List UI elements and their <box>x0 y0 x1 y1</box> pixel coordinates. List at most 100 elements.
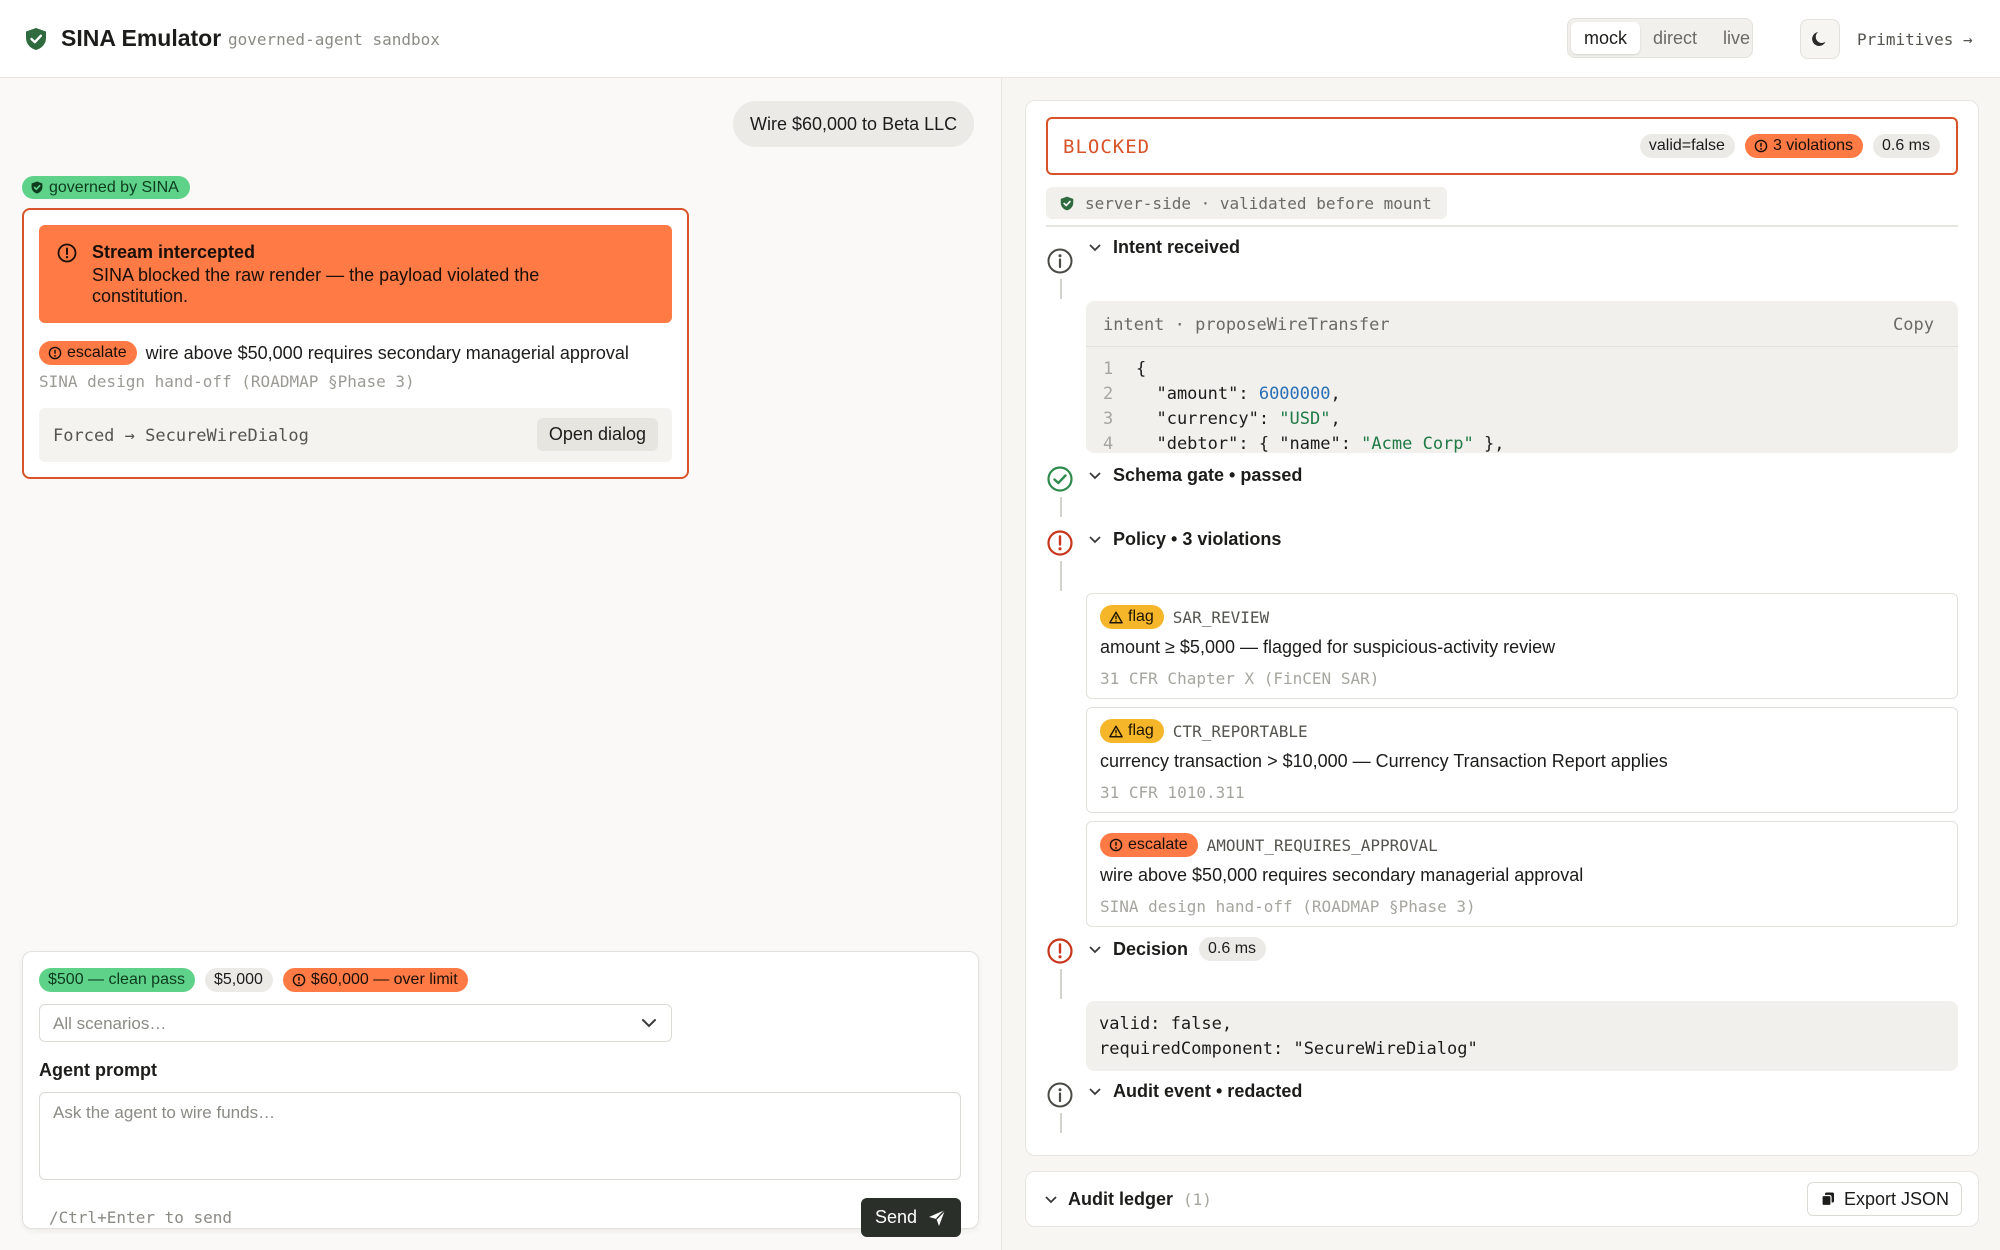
decision-code-block: valid: false, requiredComponent: "Secure… <box>1086 1001 1958 1071</box>
prompt-placeholder: Ask the agent to wire funds… <box>53 1103 276 1122</box>
prompt-input[interactable]: Ask the agent to wire funds… <box>39 1092 961 1180</box>
app-title: SINA Emulator <box>61 25 222 51</box>
alert-circle-icon <box>57 243 77 263</box>
alert-circle-icon <box>292 973 306 987</box>
scenario-chips: $500 — clean pass $5,000 $60,000 — over … <box>39 968 468 992</box>
info-icon <box>1047 248 1073 274</box>
code-line: 4 "debtor": { "name": "Acme Corp" }, <box>1103 434 1505 453</box>
intent-code-block: intent · proposeWireTransfer Copy 1{ 2 "… <box>1086 301 1958 453</box>
scenario-chip-over-limit-label: $60,000 — over limit <box>310 971 458 988</box>
app-subtitle: governed-agent sandbox <box>228 30 440 49</box>
scenario-select[interactable]: All scenarios… <box>39 1004 672 1042</box>
shield-icon <box>31 181 43 194</box>
audit-ledger[interactable]: Audit ledger (1) Export JSON <box>1025 1171 1979 1227</box>
flag-label: flag <box>1128 608 1154 625</box>
decision-latency-badge: 0.6 ms <box>1199 937 1267 961</box>
user-message: Wire $60,000 to Beta LLC <box>733 101 975 147</box>
alert-circle-icon <box>1754 139 1768 153</box>
flag-badge: flag <box>1100 605 1164 629</box>
escalation-row: escalate wire above $50,000 requires sec… <box>39 341 629 365</box>
valid-badge: valid=false <box>1639 134 1735 158</box>
timeline-connector <box>1060 1113 1062 1133</box>
timeline-connector <box>1060 279 1062 299</box>
moon-icon <box>1812 32 1826 46</box>
escalate-label: escalate <box>1128 836 1188 853</box>
mode-switcher: mock direct live <box>1567 18 1753 58</box>
export-json-button[interactable]: Export JSON <box>1806 1182 1962 1216</box>
info-icon <box>1047 1082 1073 1108</box>
send-hint: /Ctrl+Enter to send <box>49 1208 233 1227</box>
escalate-label: escalate <box>67 344 127 361</box>
timeline-connector <box>1060 969 1062 999</box>
step-audit[interactable]: Audit event • redacted <box>1088 1081 1302 1102</box>
status-badges: valid=false 3 violations 0.6 ms <box>1639 134 1940 158</box>
violation-reference: SINA design hand-off (ROADMAP §Phase 3) <box>1100 897 1476 916</box>
chevron-down-icon <box>1089 472 1101 480</box>
warning-icon <box>1109 611 1123 623</box>
send-label: Send <box>874 1207 918 1227</box>
audit-ledger-toggle[interactable]: Audit ledger (1) <box>1044 1189 1212 1210</box>
step-intent-label: Intent received <box>1113 237 1241 257</box>
check-circle-icon <box>1047 466 1073 492</box>
violation-code: SAR_REVIEW <box>1172 607 1270 627</box>
mode-live[interactable]: live <box>1710 22 1763 54</box>
chevron-down-icon <box>642 1019 656 1028</box>
violation-code: AMOUNT_REQUIRES_APPROVAL <box>1206 835 1438 855</box>
copy-button[interactable]: Copy <box>1893 315 1934 335</box>
governed-badge-label: governed by SINA <box>49 179 179 196</box>
scenario-chip-clean[interactable]: $500 — clean pass <box>39 968 195 992</box>
theme-toggle-button[interactable] <box>1800 19 1840 59</box>
escalate-badge: escalate <box>39 341 137 365</box>
audit-ledger-title: Audit ledger <box>1068 1189 1174 1209</box>
inspector-pane: BLOCKED valid=false 3 violations 0.6 ms <box>1001 78 2000 1250</box>
chevron-down-icon <box>1045 1196 1057 1204</box>
alert-circle-icon <box>1047 530 1073 556</box>
violation-card: flag SAR_REVIEW amount ≥ $5,000 — flagge… <box>1086 593 1958 699</box>
scenario-select-value: All scenarios… <box>53 1014 167 1033</box>
intercept-body: SINA blocked the raw render — the payloa… <box>92 265 540 306</box>
step-policy-label: Policy • 3 violations <box>1113 529 1282 549</box>
step-decision-label: Decision <box>1113 938 1189 959</box>
chevron-down-icon <box>1089 536 1101 544</box>
open-dialog-button[interactable]: Open dialog <box>536 418 658 451</box>
decision-line: valid: false, <box>1099 1014 1233 1034</box>
governed-badge: governed by SINA <box>22 176 190 199</box>
violations-badge: 3 violations <box>1744 134 1863 158</box>
warning-icon <box>1109 725 1123 737</box>
inspector-card: BLOCKED valid=false 3 violations 0.6 ms <box>1025 100 1979 1156</box>
forced-component-text: Forced → SecureWireDialog <box>53 426 309 446</box>
send-button[interactable]: Send <box>861 1198 961 1237</box>
flag-badge: flag <box>1100 719 1164 743</box>
violation-description: amount ≥ $5,000 — flagged for suspicious… <box>1100 637 1556 657</box>
step-decision[interactable]: Decision 0.6 ms <box>1088 937 1267 961</box>
code-line: 2 "amount": 6000000, <box>1103 384 1341 404</box>
app-header: SINA Emulator governed-agent sandbox moc… <box>0 0 2000 78</box>
violation-description: currency transaction > $10,000 — Currenc… <box>1100 751 1668 771</box>
status-label: BLOCKED <box>1063 136 1151 158</box>
escalate-badge: escalate <box>1100 833 1198 857</box>
violation-reference: 31 CFR Chapter X (FinCEN SAR) <box>1100 669 1380 688</box>
violation-code: CTR_REPORTABLE <box>1172 721 1308 741</box>
intent-code-label: intent · proposeWireTransfer <box>1103 315 1390 335</box>
escalation-rule: wire above $50,000 requires secondary ma… <box>145 342 629 363</box>
alert-circle-icon <box>1047 938 1073 964</box>
step-intent[interactable]: Intent received <box>1088 237 1240 258</box>
intercept-title: Stream intercepted <box>92 242 256 262</box>
server-side-note-text: server-side · validated before mount <box>1085 193 1432 213</box>
alert-circle-icon <box>48 346 62 360</box>
chevron-down-icon <box>1089 244 1101 252</box>
violation-card: flag CTR_REPORTABLE currency transaction… <box>1086 707 1958 813</box>
scenario-chip-5000[interactable]: $5,000 <box>204 968 273 992</box>
server-side-note: server-side · validated before mount <box>1046 187 1447 219</box>
mode-mock[interactable]: mock <box>1571 22 1641 54</box>
intercept-card: Stream intercepted SINA blocked the raw … <box>22 208 689 479</box>
step-schema[interactable]: Schema gate • passed <box>1088 465 1302 486</box>
code-line: 1{ <box>1103 359 1147 379</box>
scenario-chip-over-limit[interactable]: $60,000 — over limit <box>282 968 468 992</box>
timeline-connector <box>1060 561 1062 591</box>
mode-direct[interactable]: direct <box>1640 22 1710 54</box>
audit-ledger-count: (1) <box>1183 1190 1212 1209</box>
primitives-link[interactable]: Primitives → <box>1857 30 1973 49</box>
intercept-alert: Stream intercepted SINA blocked the raw … <box>39 225 672 323</box>
step-policy[interactable]: Policy • 3 violations <box>1088 529 1281 550</box>
